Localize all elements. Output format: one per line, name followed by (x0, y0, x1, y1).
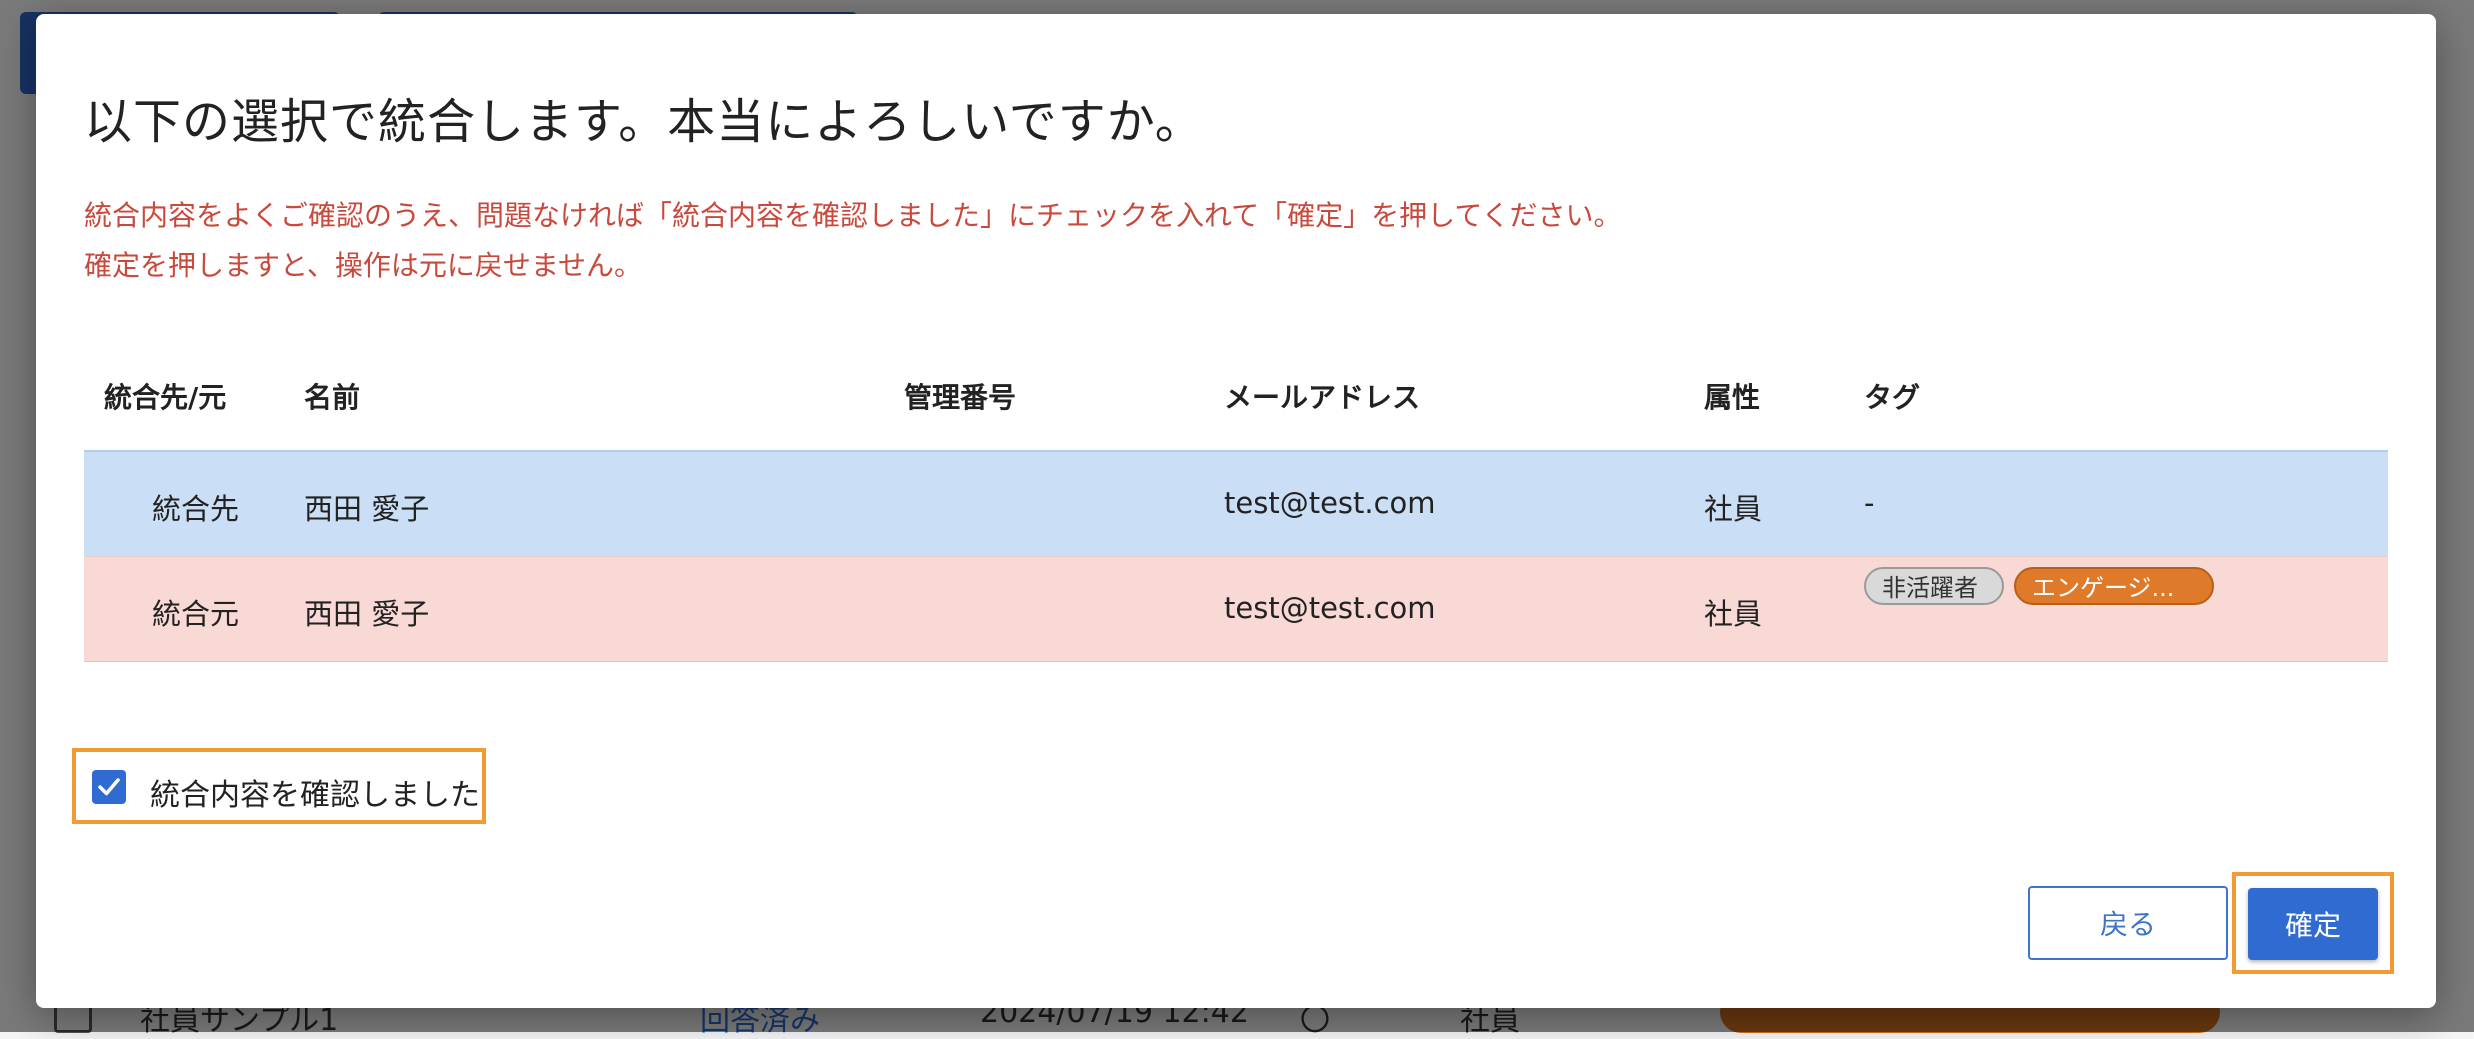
confirm-button[interactable]: 確定 (2248, 888, 2378, 960)
table-row-merge-source: 統合元 西田 愛子 test@test.com 社員 非活躍者 エンゲージ... (84, 556, 2388, 662)
cell-name: 西田 愛子 (304, 597, 430, 631)
confirm-checkbox-label[interactable]: 統合内容を確認しました (150, 770, 480, 814)
header-merge-role: 統合先/元 (104, 381, 227, 414)
cell-attribute: 社員 (1704, 597, 1763, 631)
cell-email: test@test.com (1224, 486, 1436, 520)
warning-text-line1: 統合内容をよくご確認のうえ、問題なければ「統合内容を確認しました」にチェックを入… (84, 199, 1622, 232)
warning-text-line2: 確定を押しますと、操作は元に戻せません。 (84, 249, 643, 282)
back-button[interactable]: 戻る (2028, 886, 2228, 960)
merge-table: 統合先/元 名前 管理番号 メールアドレス 属性 タグ 統合先 西田 愛子 te… (84, 354, 2388, 662)
dialog-title: 以下の選択で統合します。本当によろしいですか。 (84, 94, 1204, 150)
confirm-checkbox-field[interactable]: 統合内容を確認しました (72, 748, 486, 824)
checkmark-icon (98, 778, 120, 796)
cell-merge-role: 統合先 (152, 492, 240, 526)
table-header: 統合先/元 名前 管理番号 メールアドレス 属性 タグ (84, 354, 2388, 450)
header-name: 名前 (304, 381, 361, 414)
header-email: メールアドレス (1224, 381, 1421, 414)
tag-badge: 非活躍者 (1864, 567, 2004, 605)
header-attribute: 属性 (1704, 381, 1761, 414)
confirm-button-highlight: 確定 (2232, 872, 2394, 974)
cell-email: test@test.com (1224, 591, 1436, 625)
cell-attribute: 社員 (1704, 492, 1763, 526)
table-row-merge-destination: 統合先 西田 愛子 test@test.com 社員 - (84, 450, 2388, 556)
cell-name: 西田 愛子 (304, 492, 430, 526)
cell-tags: - (1864, 486, 1875, 520)
header-management-number: 管理番号 (904, 381, 1017, 414)
merge-confirm-dialog: 以下の選択で統合します。本当によろしいですか。 統合内容をよくご確認のうえ、問題… (36, 14, 2436, 1008)
header-tags: タグ (1864, 381, 1921, 414)
confirm-checkbox[interactable] (92, 770, 126, 804)
cell-merge-role: 統合元 (152, 597, 240, 631)
tag-badge: エンゲージ... (2014, 567, 2214, 605)
